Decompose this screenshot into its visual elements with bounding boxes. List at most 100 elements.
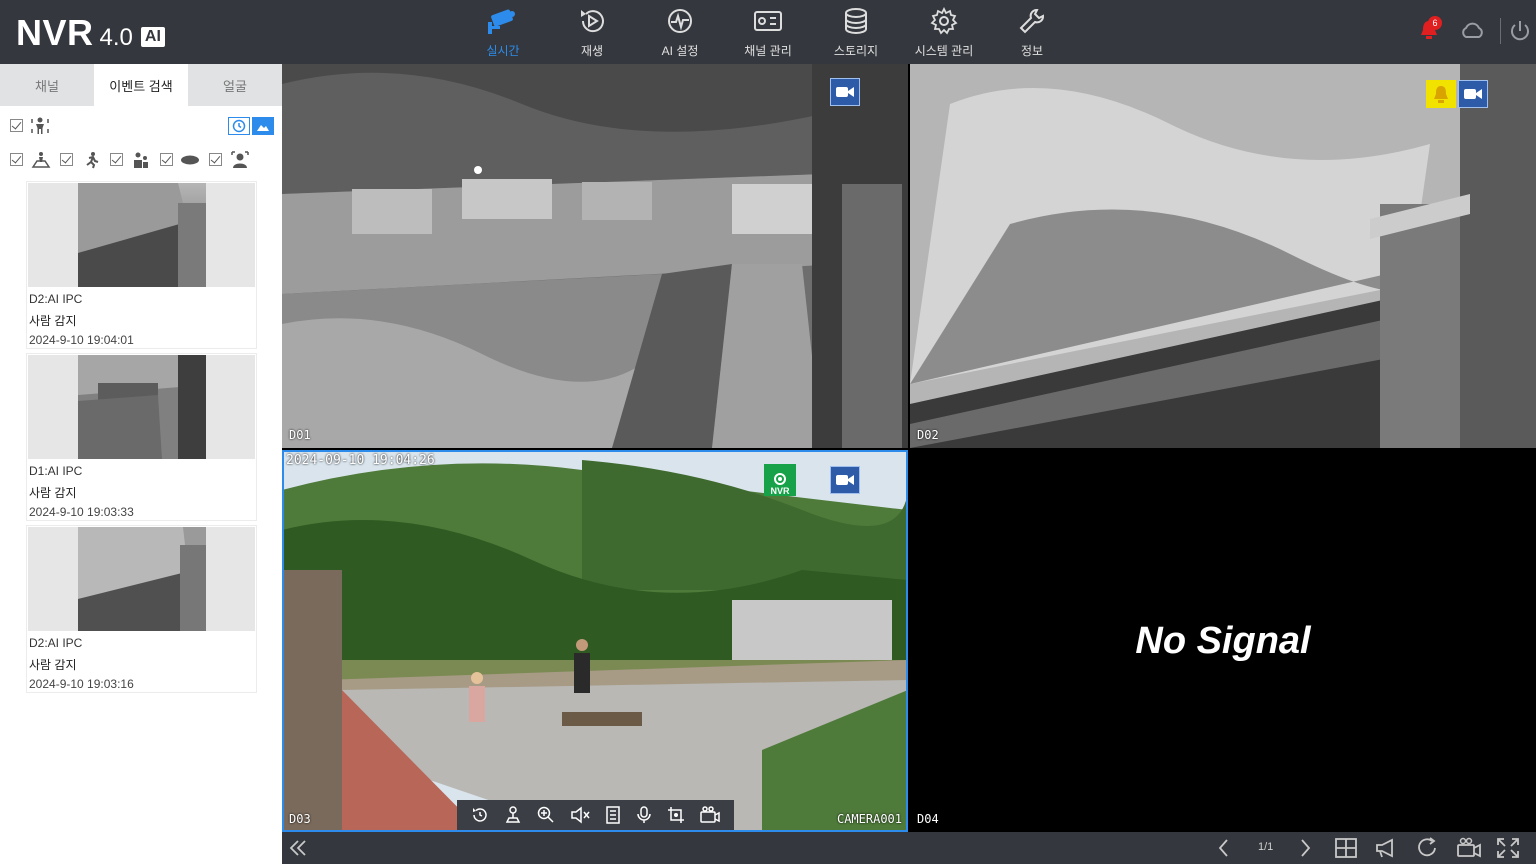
ptz-icon <box>505 806 520 823</box>
event-type: 사람 감지 <box>29 486 77 500</box>
nav-playback[interactable]: 재생 <box>548 0 636 64</box>
layout-button[interactable] <box>1334 837 1358 859</box>
snapshot-button[interactable] <box>666 805 686 825</box>
wrench-icon <box>1019 9 1044 34</box>
osd-timestamp: 2024-09-10 19:04:26 <box>286 453 435 468</box>
cross-line-checkbox[interactable] <box>60 153 73 166</box>
loitering-checkbox[interactable] <box>110 153 123 166</box>
alarm-status-icon <box>1426 80 1456 108</box>
filter-row-2 <box>0 146 282 180</box>
replay-icon <box>472 808 487 822</box>
area-intrusion-icon <box>31 152 51 168</box>
cloud-icon <box>1462 22 1483 38</box>
channel-label: D01 <box>289 428 311 442</box>
next-page-button[interactable] <box>1297 837 1313 859</box>
event-channel: D1:AI IPC <box>29 464 83 478</box>
camera-tile-d04[interactable]: No Signal D04 <box>910 450 1536 832</box>
event-card[interactable]: D2:AI IPC 사람 감지 2024-9-10 19:04:01 <box>26 181 257 349</box>
collapse-sidebar-button[interactable] <box>288 837 308 859</box>
event-channel: D2:AI IPC <box>29 292 83 306</box>
nav-system[interactable]: 시스템 관리 <box>900 0 988 64</box>
info-button[interactable] <box>604 805 622 825</box>
event-thumbnail <box>28 355 255 459</box>
storage-icon <box>845 8 867 34</box>
sidebar-tabs: 채널 이벤트 검색 얼굴 <box>0 64 282 106</box>
human-checkbox[interactable] <box>10 153 23 166</box>
event-card[interactable]: D2:AI IPC 사람 감지 2024-9-10 19:03:16 <box>26 525 257 693</box>
tab-event-search[interactable]: 이벤트 검색 <box>94 64 188 106</box>
nvr-status-icon: NVR <box>764 464 796 496</box>
vehicle-checkbox[interactable] <box>160 153 173 166</box>
record-button[interactable] <box>699 805 721 825</box>
event-time: 2024-9-10 19:03:33 <box>29 505 134 519</box>
people-icon <box>134 152 148 168</box>
no-signal-text: No Signal <box>1135 619 1311 662</box>
camera-tile-d01[interactable]: D01 <box>282 64 908 448</box>
talk-button[interactable] <box>635 805 653 825</box>
nav-label: 정보 <box>1020 44 1044 58</box>
double-chevron-left-icon <box>289 840 306 856</box>
crop-snapshot-icon <box>668 807 685 823</box>
audio-button[interactable] <box>569 805 591 825</box>
zoom-in-icon <box>537 806 554 823</box>
video-camera-icon <box>1464 89 1482 99</box>
sidebar: 채널 이벤트 검색 얼굴 D2:AI IPC 사람 감지 2024-9-10 1… <box>0 64 282 864</box>
event-card[interactable]: D1:AI IPC 사람 감지 2024-9-10 19:03:33 <box>26 353 257 521</box>
bell-icon <box>1434 86 1448 103</box>
tab-face[interactable]: 얼굴 <box>188 64 282 106</box>
record-status-icon <box>1458 80 1488 108</box>
ptz-button[interactable] <box>503 805 523 825</box>
camera-grid: D01 D02 2024-09-10 19:04:26 NVR D03 CAME… <box>282 64 1536 832</box>
chevron-left-icon <box>1218 839 1228 857</box>
nav-info[interactable]: 정보 <box>988 0 1076 64</box>
camera-feed <box>910 64 1536 448</box>
nav-live[interactable]: 실시간 <box>459 0 547 64</box>
event-time: 2024-9-10 19:03:16 <box>29 677 134 691</box>
prev-page-button[interactable] <box>1216 837 1232 859</box>
gear-icon <box>930 6 958 35</box>
event-time: 2024-9-10 19:04:01 <box>29 333 134 347</box>
image-icon <box>257 125 269 131</box>
nav-channel[interactable]: 채널 관리 <box>724 0 812 64</box>
event-snapshot <box>78 527 206 631</box>
nav-label: 스토리지 <box>833 44 879 58</box>
refresh-button[interactable] <box>1416 837 1440 859</box>
nav-ai-settings[interactable]: AI 설정 <box>636 0 724 64</box>
document-icon <box>606 806 620 824</box>
megaphone-icon <box>1376 838 1393 858</box>
cloud-button[interactable] <box>1459 20 1485 47</box>
nvr-icon <box>774 473 786 485</box>
clock-icon <box>232 119 246 133</box>
nav-label: 시스템 관리 <box>914 44 974 58</box>
refresh-icon <box>1418 837 1436 857</box>
time-view-toggle[interactable] <box>228 117 250 135</box>
camera-tile-d02[interactable]: D02 <box>910 64 1536 448</box>
video-camera-icon <box>836 87 854 97</box>
broadcast-button[interactable] <box>1374 837 1398 859</box>
event-thumbnail <box>28 527 255 631</box>
image-view-toggle[interactable] <box>252 117 274 135</box>
face-detection-icon <box>231 151 249 168</box>
channel-label: D03 <box>289 812 311 826</box>
camera-feed <box>282 450 908 832</box>
nav-label: AI 설정 <box>661 44 699 58</box>
event-snapshot <box>78 355 206 459</box>
power-button[interactable] <box>1509 19 1531 48</box>
event-type: 사람 감지 <box>29 658 77 672</box>
select-all-checkbox[interactable] <box>10 119 23 132</box>
record-all-button[interactable] <box>1456 837 1482 859</box>
nav-storage[interactable]: 스토리지 <box>812 0 900 64</box>
record-status-icon <box>830 78 860 106</box>
instant-playback-button[interactable] <box>470 805 490 825</box>
person-motion-icon <box>31 117 49 134</box>
speaker-mute-icon <box>571 806 590 824</box>
tab-channel[interactable]: 채널 <box>0 64 94 106</box>
fullscreen-button[interactable] <box>1496 837 1520 859</box>
camera-icon <box>488 9 515 34</box>
face-checkbox[interactable] <box>209 153 222 166</box>
camera-tile-d03[interactable]: 2024-09-10 19:04:26 NVR D03 CAMERA001 <box>282 450 908 832</box>
zoom-button[interactable] <box>536 805 556 825</box>
video-record-icon <box>700 806 721 823</box>
notification-button[interactable]: 6 <box>1418 16 1442 47</box>
record-status-icon <box>830 466 860 494</box>
